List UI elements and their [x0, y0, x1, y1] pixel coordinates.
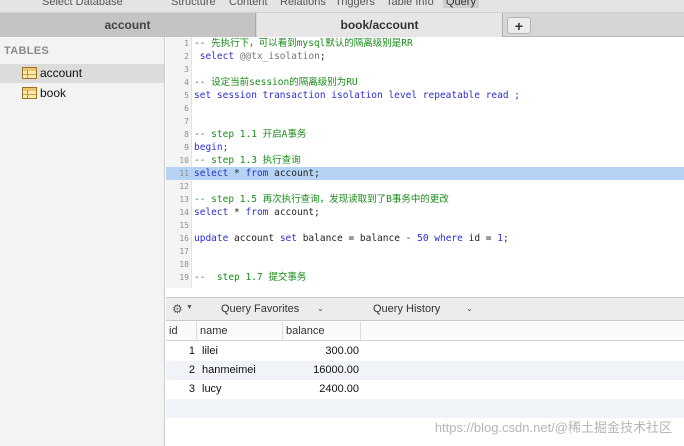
code-line: 9 begin; [166, 141, 684, 154]
cell-name: lilei [202, 345, 218, 357]
column-header-balance[interactable]: balance [283, 322, 361, 341]
line-number: 7 [184, 117, 189, 126]
code-text: -- 设定当前session的隔离级别为RU [194, 77, 358, 88]
code-line: 6 [166, 102, 684, 115]
code-line: 12 [166, 180, 684, 193]
code-text: select * from account; [194, 168, 320, 179]
line-number: 2 [184, 52, 189, 61]
cell-name: lucy [202, 383, 222, 395]
code-line: 16 update account set balance = balance … [166, 232, 684, 245]
code-line: 4 -- 设定当前session的隔离级别为RU [166, 76, 684, 89]
watermark: https://blog.csdn.net/@稀土掘金技术社区 [434, 420, 672, 435]
code-line: 7 [166, 115, 684, 128]
line-number: 5 [184, 91, 189, 100]
tables-header: TABLES [4, 45, 49, 57]
line-number: 9 [184, 143, 189, 152]
table-info-tab[interactable]: Table Info [386, 0, 434, 8]
add-tab-button[interactable]: + [507, 17, 531, 34]
code-line: 18 [166, 258, 684, 271]
code-text: -- step 1.5 再次执行查询，发现读取到了B事务中的更改 [194, 194, 449, 205]
line-number: 13 [179, 195, 189, 204]
cell-balance: 16000.00 [313, 364, 359, 376]
table-icon [22, 67, 37, 79]
line-number: 16 [179, 234, 189, 243]
cell-id: 3 [188, 383, 195, 395]
query-history-button[interactable]: Query History [373, 303, 440, 315]
column-header-id[interactable]: id [166, 322, 197, 341]
sidebar-item-label: account [40, 66, 83, 80]
results-toolbar: ⚙ ▼ Query Favorites ⌄ Query History ⌄ [166, 297, 684, 321]
line-number: 1 [184, 39, 189, 48]
document-tab-bar: account book/account + [0, 13, 684, 37]
code-line: 19 -- step 1.7 提交事务 [166, 271, 684, 284]
line-number: 8 [184, 130, 189, 139]
column-header-empty [361, 322, 684, 341]
content-tab[interactable]: Content [229, 0, 268, 8]
line-number: 4 [184, 78, 189, 87]
sidebar: TABLES account book [0, 37, 165, 446]
query-tab[interactable]: Query [443, 0, 479, 8]
line-number: 11 [179, 169, 189, 178]
code-text: set session transaction isolation level … [194, 90, 521, 101]
code-line-highlighted: 11 select * from account; [166, 167, 684, 180]
code-line: 1 -- 先执行下，可以看到mysql默认的隔离级别是RR [166, 37, 684, 50]
code-text: -- step 1.1 开启A事务 [194, 129, 307, 140]
chevron-down-icon[interactable]: ▼ [186, 304, 193, 311]
structure-tab[interactable]: Structure [171, 0, 216, 8]
gear-icon[interactable]: ⚙ [172, 302, 183, 316]
code-line: 10 -- step 1.3 执行查询 [166, 154, 684, 167]
line-number: 18 [179, 260, 189, 269]
tab-account[interactable]: account [0, 13, 256, 37]
cell-id: 1 [188, 345, 195, 357]
tab-book-account[interactable]: book/account [257, 13, 503, 37]
code-line: 8 -- step 1.1 开启A事务 [166, 128, 684, 141]
table-row-empty [166, 399, 684, 418]
code-text: select @@tx_isolation; [194, 51, 326, 62]
code-line: 15 [166, 219, 684, 232]
code-line: 14 select * from account; [166, 206, 684, 219]
sidebar-item-account[interactable]: account [0, 64, 164, 83]
sidebar-item-label: book [40, 86, 67, 100]
line-number: 19 [179, 273, 189, 282]
code-line: 13 -- step 1.5 再次执行查询，发现读取到了B事务中的更改 [166, 193, 684, 206]
column-header-name[interactable]: name [197, 322, 283, 341]
table-row[interactable]: 2 hanmeimei 16000.00 [166, 361, 684, 380]
query-favorites-button[interactable]: Query Favorites [221, 303, 299, 315]
line-number: 3 [184, 65, 189, 74]
query-editor[interactable]: 1 -- 先执行下，可以看到mysql默认的隔离级别是RR 2 select @… [166, 37, 684, 288]
code-text: update account set balance = balance - 5… [194, 233, 509, 244]
sidebar-item-book[interactable]: book [0, 84, 164, 103]
code-line: 17 [166, 245, 684, 258]
code-text: -- step 1.7 提交事务 [194, 272, 307, 283]
relations-tab[interactable]: Relations [280, 0, 326, 8]
code-text: select * from account; [194, 207, 320, 218]
line-number: 12 [179, 182, 189, 191]
table-row[interactable]: 3 lucy 2400.00 [166, 380, 684, 399]
cell-balance: 2400.00 [319, 383, 359, 395]
code-line: 5 set session transaction isolation leve… [166, 89, 684, 102]
table-icon [22, 87, 37, 99]
triggers-tab[interactable]: Triggers [335, 0, 375, 8]
table-row[interactable]: 1 lilei 300.00 [166, 342, 684, 361]
line-number: 6 [184, 104, 189, 113]
cell-id: 2 [188, 364, 195, 376]
line-number: 14 [179, 208, 189, 217]
code-text: begin; [194, 142, 229, 153]
cell-balance: 300.00 [325, 345, 359, 357]
code-line: 3 [166, 63, 684, 76]
chevron-down-icon[interactable]: ⌄ [317, 304, 324, 313]
line-number: 17 [179, 247, 189, 256]
code-text: -- 先执行下，可以看到mysql默认的隔离级别是RR [194, 38, 413, 49]
select-database-button[interactable]: Select Database [42, 0, 123, 8]
chevron-down-icon[interactable]: ⌄ [466, 304, 473, 313]
line-number: 10 [179, 156, 189, 165]
code-line: 2 select @@tx_isolation; [166, 50, 684, 63]
line-number: 15 [179, 221, 189, 230]
top-toolbar: Select Database Structure Content Relati… [0, 0, 684, 13]
code-text: -- step 1.3 执行查询 [194, 155, 301, 166]
cell-name: hanmeimei [202, 364, 256, 376]
